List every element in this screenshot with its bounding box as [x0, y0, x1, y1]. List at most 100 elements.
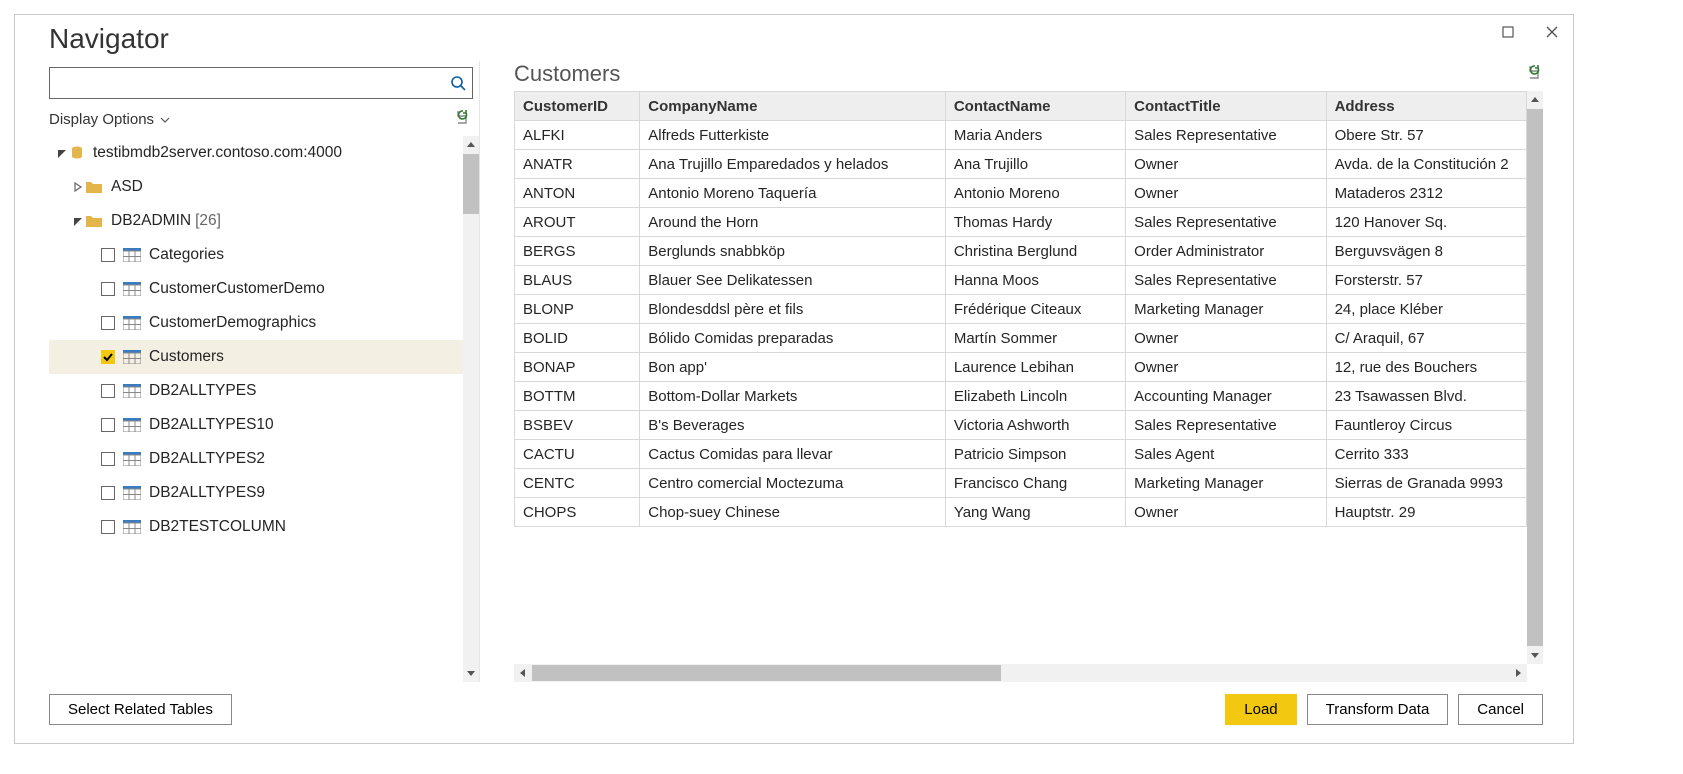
cell: ALFKI — [515, 121, 640, 150]
cell: Hauptstr. 29 — [1326, 498, 1526, 527]
table-row[interactable]: BONAPBon app'Laurence LebihanOwner12, ru… — [515, 353, 1527, 382]
cell: 12, rue des Bouchers — [1326, 353, 1526, 382]
table-row[interactable]: ANATRAna Trujillo Emparedados y heladosA… — [515, 150, 1527, 179]
cell: BLONP — [515, 295, 640, 324]
tree-table[interactable]: Customers — [49, 340, 463, 374]
column-header[interactable]: CustomerID — [515, 92, 640, 121]
refresh-tree-icon[interactable] — [455, 109, 471, 130]
checkbox[interactable] — [101, 350, 115, 364]
scroll-up-icon[interactable] — [463, 136, 479, 154]
tree-root[interactable]: testibmdb2server.contoso.com:4000 — [49, 136, 463, 170]
cell: Owner — [1126, 498, 1326, 527]
cell: Sierras de Granada 9993 — [1326, 469, 1526, 498]
cell: CACTU — [515, 440, 640, 469]
scroll-up-icon[interactable] — [1527, 91, 1543, 109]
table-row[interactable]: BSBEVB's BeveragesVictoria AshworthSales… — [515, 411, 1527, 440]
tree-scrollbar[interactable] — [463, 136, 479, 682]
table-row[interactable]: CENTCCentro comercial MoctezumaFrancisco… — [515, 469, 1527, 498]
tree-table[interactable]: DB2ALLTYPES9 — [49, 476, 463, 510]
chevron-down-icon[interactable] — [55, 148, 69, 158]
checkbox[interactable] — [101, 486, 115, 500]
transform-data-button[interactable]: Transform Data — [1307, 694, 1449, 725]
cell: Owner — [1126, 150, 1326, 179]
checkbox[interactable] — [101, 282, 115, 296]
column-header[interactable]: ContactName — [945, 92, 1125, 121]
table-row[interactable]: AROUTAround the HornThomas HardySales Re… — [515, 208, 1527, 237]
table-label: CustomerDemographics — [149, 314, 316, 332]
cell: BERGS — [515, 237, 640, 266]
cell: BOLID — [515, 324, 640, 353]
tree-table[interactable]: DB2ALLTYPES10 — [49, 408, 463, 442]
search-input[interactable] — [50, 75, 444, 92]
table-label: Categories — [149, 246, 224, 264]
scroll-thumb[interactable] — [1527, 109, 1543, 646]
cell: Sales Representative — [1126, 208, 1326, 237]
page-title: Navigator — [15, 15, 1573, 61]
tree-table[interactable]: CustomerDemographics — [49, 306, 463, 340]
table-label: DB2ALLTYPES — [149, 382, 256, 400]
scroll-down-icon[interactable] — [1527, 646, 1543, 664]
table-row[interactable]: BERGSBerglunds snabbköpChristina Berglun… — [515, 237, 1527, 266]
table-row[interactable]: CACTUCactus Comidas para llevarPatricio … — [515, 440, 1527, 469]
cell: Frédérique Citeaux — [945, 295, 1125, 324]
column-header[interactable]: ContactTitle — [1126, 92, 1326, 121]
column-header[interactable]: Address — [1326, 92, 1526, 121]
checkbox[interactable] — [101, 248, 115, 262]
checkbox[interactable] — [101, 418, 115, 432]
checkbox[interactable] — [101, 316, 115, 330]
cell: Order Administrator — [1126, 237, 1326, 266]
tree-table[interactable]: Categories — [49, 238, 463, 272]
scroll-thumb[interactable] — [463, 154, 479, 214]
maximize-icon[interactable] — [1495, 19, 1521, 45]
table-row[interactable]: BOLIDBólido Comidas preparadasMartín Som… — [515, 324, 1527, 353]
tree-table[interactable]: CustomerCustomerDemo — [49, 272, 463, 306]
scroll-thumb[interactable] — [532, 665, 1001, 681]
chevron-icon[interactable] — [71, 182, 85, 192]
database-icon — [69, 145, 85, 161]
cell: Thomas Hardy — [945, 208, 1125, 237]
display-options-dropdown[interactable]: Display Options — [49, 111, 170, 128]
load-button[interactable]: Load — [1225, 694, 1296, 725]
table-row[interactable]: ALFKIAlfreds FutterkisteMaria AndersSale… — [515, 121, 1527, 150]
table-row[interactable]: BOTTMBottom-Dollar MarketsElizabeth Linc… — [515, 382, 1527, 411]
cancel-button[interactable]: Cancel — [1458, 694, 1543, 725]
checkbox[interactable] — [101, 520, 115, 534]
tree-root-label: testibmdb2server.contoso.com:4000 — [93, 144, 342, 162]
scroll-right-icon[interactable] — [1509, 664, 1527, 682]
table-row[interactable]: ANTONAntonio Moreno TaqueríaAntonio More… — [515, 179, 1527, 208]
tree-table[interactable]: DB2ALLTYPES — [49, 374, 463, 408]
table-icon — [123, 316, 141, 330]
chevron-icon[interactable] — [71, 216, 85, 226]
checkbox[interactable] — [101, 452, 115, 466]
table-icon — [123, 520, 141, 534]
tree-schema[interactable]: DB2ADMIN[26] — [49, 204, 463, 238]
column-header[interactable]: CompanyName — [640, 92, 946, 121]
scroll-left-icon[interactable] — [514, 664, 532, 682]
tree-table[interactable]: DB2TESTCOLUMN — [49, 510, 463, 544]
cell: 23 Tsawassen Blvd. — [1326, 382, 1526, 411]
tree-schema[interactable]: ASD — [49, 170, 463, 204]
checkbox[interactable] — [101, 384, 115, 398]
table-row[interactable]: BLONPBlondesddsl père et filsFrédérique … — [515, 295, 1527, 324]
cell: Owner — [1126, 324, 1326, 353]
scroll-down-icon[interactable] — [463, 664, 479, 682]
cell: CHOPS — [515, 498, 640, 527]
cell: Hanna Moos — [945, 266, 1125, 295]
cell: BOTTM — [515, 382, 640, 411]
cell: Accounting Manager — [1126, 382, 1326, 411]
select-related-tables-button[interactable]: Select Related Tables — [49, 694, 232, 725]
table-row[interactable]: BLAUSBlauer See DelikatessenHanna MoosSa… — [515, 266, 1527, 295]
search-icon[interactable] — [444, 75, 472, 91]
close-icon[interactable] — [1539, 19, 1565, 45]
cell: Yang Wang — [945, 498, 1125, 527]
preview-horizontal-scrollbar[interactable] — [514, 664, 1527, 682]
preview-vertical-scrollbar[interactable] — [1527, 91, 1543, 664]
table-icon — [123, 452, 141, 466]
refresh-preview-icon[interactable] — [1527, 64, 1543, 85]
table-row[interactable]: CHOPSChop-suey ChineseYang WangOwnerHaup… — [515, 498, 1527, 527]
cell: Fauntleroy Circus — [1326, 411, 1526, 440]
tree-table[interactable]: DB2ALLTYPES2 — [49, 442, 463, 476]
display-options-label: Display Options — [49, 111, 154, 128]
cell: Victoria Ashworth — [945, 411, 1125, 440]
table-icon — [123, 282, 141, 296]
